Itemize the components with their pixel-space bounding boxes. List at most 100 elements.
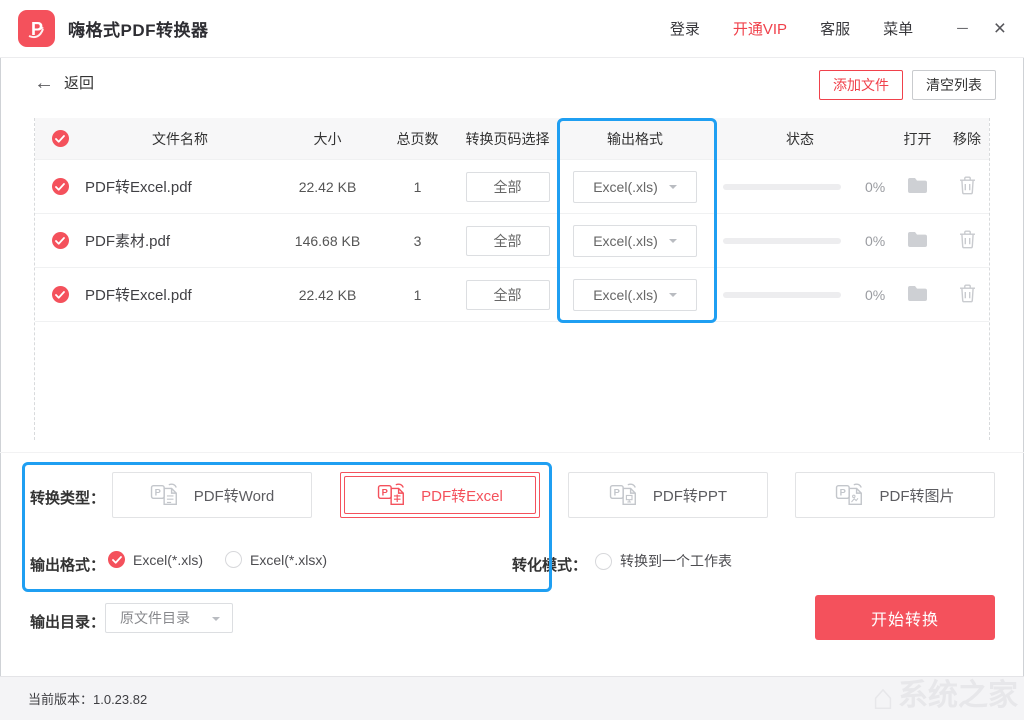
progress-bar [723, 184, 841, 190]
header-open: 打开 [890, 129, 945, 149]
output-dir-value: 原文件目录 [120, 608, 190, 628]
table-row: PDF转Excel.pdf 22.42 KB 1 全部 Excel(.xls) … [35, 160, 989, 214]
close-button[interactable]: × [994, 17, 1006, 41]
file-pages: 1 [380, 179, 455, 195]
app-window: P 嗨格式PDF转换器 登录 开通VIP 客服 菜单 ─ × ← 返回 添加文件… [0, 0, 1024, 720]
vip-link[interactable]: 开通VIP [733, 18, 787, 39]
chevron-down-icon [669, 293, 677, 301]
watermark-text: 系统之家 [898, 678, 1018, 714]
svg-text:P: P [382, 487, 388, 497]
row-checkbox[interactable] [35, 232, 85, 249]
pdf-to-word-icon: P [150, 481, 182, 509]
minimize-button[interactable]: ─ [957, 20, 968, 37]
remove-trash-icon[interactable] [959, 176, 976, 195]
header-output-format: 输出格式 [560, 129, 710, 149]
file-size: 22.42 KB [275, 287, 380, 303]
checked-icon [52, 286, 69, 303]
pdf-to-image-icon: P [835, 481, 867, 509]
open-folder-icon[interactable] [907, 177, 928, 194]
back-arrow-icon: ← [34, 73, 54, 93]
svg-text:P: P [840, 487, 846, 497]
radio-unchecked-icon [595, 553, 612, 570]
file-size: 146.68 KB [275, 233, 380, 249]
table-header-row: 文件名称 大小 总页数 转换页码选择 输出格式 状态 打开 移除 [35, 118, 989, 160]
file-pages: 3 [380, 233, 455, 249]
svg-text:P: P [154, 487, 160, 497]
format-value: Excel(.xls) [593, 179, 658, 195]
progress-bar [723, 238, 841, 244]
house-icon: ⌂ [872, 675, 894, 718]
back-button[interactable]: ← 返回 [34, 72, 94, 93]
type-pdf-to-excel[interactable]: P PDF转Excel [340, 472, 540, 518]
format-value: Excel(.xls) [593, 287, 658, 303]
radio-excel-xls[interactable]: Excel(*.xls) [108, 551, 203, 568]
progress-percent: 0% [865, 287, 885, 303]
table-row: PDF素材.pdf 146.68 KB 3 全部 Excel(.xls) 0% [35, 214, 989, 268]
file-name: PDF转Excel.pdf [85, 284, 275, 305]
start-convert-button[interactable]: 开始转换 [815, 595, 995, 640]
titlebar: P 嗨格式PDF转换器 登录 开通VIP 客服 菜单 ─ × [0, 0, 1024, 58]
radio-checked-icon [108, 551, 125, 568]
file-pages: 1 [380, 287, 455, 303]
progress-percent: 0% [865, 179, 885, 195]
menu-link[interactable]: 菜单 [883, 18, 913, 39]
header-size: 大小 [275, 129, 380, 149]
svg-text:P: P [614, 487, 620, 497]
app-logo-icon: P [18, 10, 55, 47]
checked-icon [52, 130, 69, 147]
add-file-button[interactable]: 添加文件 [819, 70, 903, 100]
conversion-type-label: 转换类型： [30, 487, 105, 508]
settings-divider [0, 452, 1024, 453]
conversion-mode-label: 转化模式： [512, 554, 587, 575]
header-file-name: 文件名称 [85, 129, 275, 149]
type-label: PDF转PPT [653, 485, 727, 506]
file-name: PDF转Excel.pdf [85, 176, 275, 197]
customer-service-link[interactable]: 客服 [820, 18, 850, 39]
chevron-down-icon [212, 617, 220, 625]
row-checkbox[interactable] [35, 286, 85, 303]
radio-unchecked-icon [225, 551, 242, 568]
page-select-button[interactable]: 全部 [466, 226, 550, 256]
radio-excel-xlsx[interactable]: Excel(*.xlsx) [225, 551, 327, 568]
file-size: 22.42 KB [275, 179, 380, 195]
radio-label: Excel(*.xls) [133, 552, 203, 568]
open-folder-icon[interactable] [907, 285, 928, 302]
back-label: 返回 [64, 72, 94, 93]
page-select-button[interactable]: 全部 [466, 280, 550, 310]
app-title: 嗨格式PDF转换器 [68, 16, 209, 41]
toolbar-actions: 添加文件 清空列表 [819, 70, 996, 100]
file-name: PDF素材.pdf [85, 230, 275, 251]
type-pdf-to-word[interactable]: P PDF转Word [112, 472, 312, 518]
titlebar-nav: 登录 开通VIP 客服 菜单 ─ × [637, 17, 1006, 41]
page-select-button[interactable]: 全部 [466, 172, 550, 202]
output-dir-dropdown[interactable]: 原文件目录 [105, 603, 233, 633]
format-value: Excel(.xls) [593, 233, 658, 249]
type-pdf-to-ppt[interactable]: P PDF转PPT [568, 472, 768, 518]
remove-trash-icon[interactable] [959, 230, 976, 249]
type-label: PDF转Excel [421, 485, 503, 506]
radio-label: 转换到一个工作表 [620, 551, 732, 571]
checked-icon [52, 178, 69, 195]
select-all-checkbox[interactable] [35, 130, 85, 147]
watermark: ⌂ 系统之家 [872, 675, 1018, 718]
radio-single-worksheet[interactable]: 转换到一个工作表 [595, 551, 732, 571]
type-label: PDF转Word [194, 485, 275, 506]
type-label: PDF转图片 [879, 485, 954, 506]
type-pdf-to-image[interactable]: P PDF转图片 [795, 472, 995, 518]
login-link[interactable]: 登录 [670, 18, 700, 39]
open-folder-icon[interactable] [907, 231, 928, 248]
remove-trash-icon[interactable] [959, 284, 976, 303]
checked-icon [52, 232, 69, 249]
header-remove: 移除 [945, 129, 989, 149]
footer: 当前版本：1.0.23.82 ⌂ 系统之家 [0, 676, 1024, 720]
format-dropdown[interactable]: Excel(.xls) [573, 225, 697, 257]
row-checkbox[interactable] [35, 178, 85, 195]
format-dropdown[interactable]: Excel(.xls) [573, 279, 697, 311]
table-row: PDF转Excel.pdf 22.42 KB 1 全部 Excel(.xls) … [35, 268, 989, 322]
output-dir-label: 输出目录： [30, 611, 105, 632]
pdf-to-excel-icon: P [377, 481, 409, 509]
chevron-down-icon [669, 185, 677, 193]
clear-list-button[interactable]: 清空列表 [912, 70, 996, 100]
progress-percent: 0% [865, 233, 885, 249]
format-dropdown[interactable]: Excel(.xls) [573, 171, 697, 203]
